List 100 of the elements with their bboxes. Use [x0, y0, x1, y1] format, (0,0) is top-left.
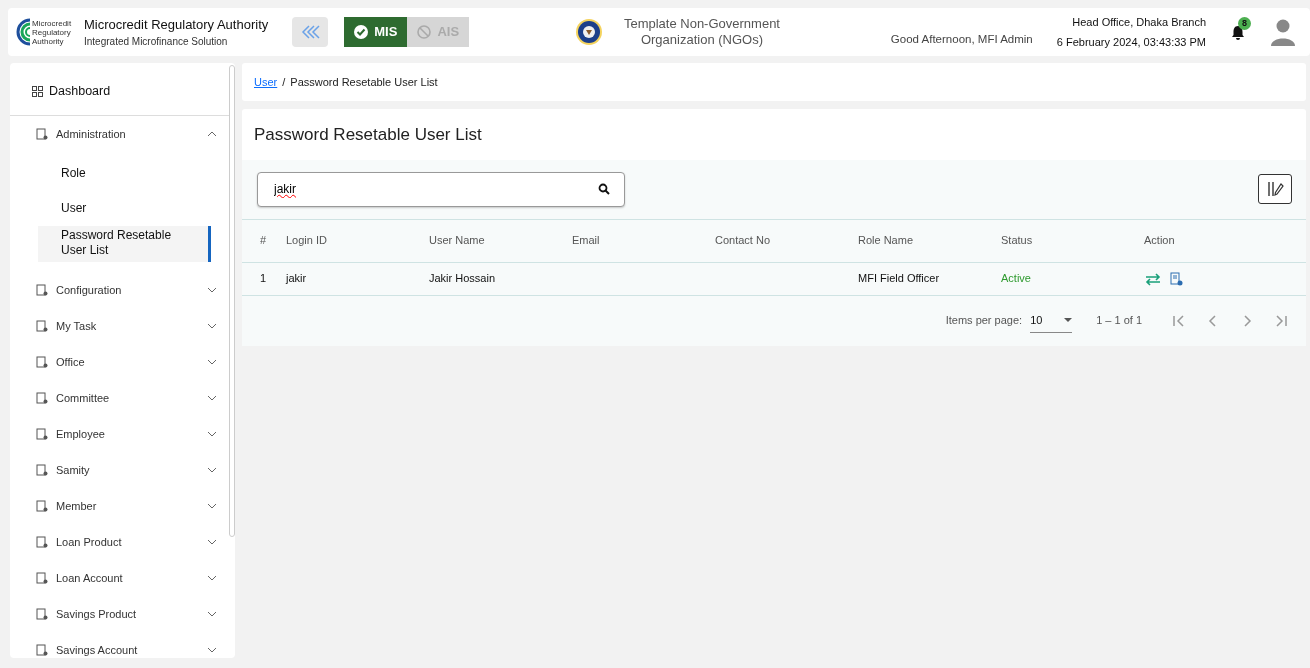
breadcrumb-text: Password Resetable User List	[290, 74, 438, 90]
app-subtitle: Integrated Microfinance Solution	[84, 35, 229, 50]
grid-icon	[32, 86, 43, 97]
columns-edit-icon	[1266, 180, 1284, 198]
logo-text: Microcredit Regulatory Authority	[32, 18, 73, 46]
sidebar-group[interactable]: Member	[10, 488, 235, 524]
sidebar-group[interactable]: Committee	[10, 380, 235, 416]
sidebar-group[interactable]: Employee	[10, 416, 235, 452]
document-icon	[36, 128, 48, 140]
sidebar-group[interactable]: Loan Product	[10, 524, 235, 560]
column-header: Action	[1144, 219, 1306, 262]
document-icon	[36, 284, 48, 296]
sidebar-item[interactable]: Dashboard	[10, 68, 229, 116]
bell-icon[interactable]	[1230, 24, 1246, 41]
sidebar-group-label: Employee	[56, 426, 105, 442]
page-range: 1 – 1 of 1	[1096, 313, 1142, 329]
sidebar-group-label: Savings Account	[56, 642, 138, 658]
sidebar-group-label: Administration	[56, 126, 126, 142]
page-size-select[interactable]: 10	[1030, 307, 1073, 334]
chevron-down-icon[interactable]	[207, 503, 217, 509]
document-icon	[36, 500, 48, 512]
chevron-down-icon[interactable]	[207, 611, 217, 617]
column-header: #	[242, 219, 286, 262]
chevron-down-icon[interactable]	[207, 287, 217, 293]
greeting-text: Good Afternoon, MFI Admin	[890, 31, 1033, 47]
table-cell: MFI Field Officer	[858, 272, 940, 285]
app-title: Microcredit Regulatory Authority	[84, 15, 269, 34]
document-icon	[36, 536, 48, 548]
column-header: Email	[572, 219, 715, 262]
sidebar-group[interactable]: Administration	[10, 116, 235, 152]
prohibited-icon	[417, 25, 432, 39]
document-icon	[36, 356, 48, 368]
last-page-icon[interactable]	[1274, 314, 1288, 329]
document-icon	[36, 428, 48, 440]
document-icon	[36, 572, 48, 584]
module-tab[interactable]: MIS	[344, 17, 408, 47]
table-cell: 1	[260, 272, 267, 285]
chevron-down-icon[interactable]	[207, 647, 217, 653]
sidebar-group[interactable]: Samity	[10, 452, 235, 488]
column-header: User Name	[429, 219, 572, 262]
seal-icon	[575, 18, 604, 46]
sidebar-group[interactable]: Configuration	[10, 272, 235, 308]
sidebar-group-label: Samity	[56, 462, 90, 478]
search-icon[interactable]	[598, 183, 610, 195]
table-cell: jakir	[286, 272, 307, 285]
table-cell: Jakir Hossain	[429, 272, 496, 285]
caret-down-icon	[1064, 318, 1073, 322]
document-icon	[36, 644, 48, 656]
sidebar-group[interactable]: Savings Account	[10, 632, 235, 658]
sidebar-group-label: Loan Account	[56, 570, 123, 586]
document-icon	[36, 608, 48, 620]
sidebar-group-label: Configuration	[56, 282, 122, 298]
notification-badge: 8	[1238, 17, 1251, 30]
organization-name: Template Non-Government Organization (NGOs)	[622, 16, 781, 48]
breadcrumb-link[interactable]: User	[254, 73, 278, 91]
document-view-icon[interactable]	[1170, 271, 1183, 286]
avatar-icon[interactable]	[1270, 18, 1296, 46]
column-header: Contact No	[715, 219, 858, 262]
sidebar-group-label: Office	[56, 354, 85, 370]
branch-name: Head Office, Dhaka Branch	[1071, 15, 1206, 30]
document-icon	[36, 320, 48, 332]
column-settings-button[interactable]	[1258, 174, 1292, 204]
chevron-down-icon[interactable]	[207, 395, 217, 401]
sidebar-item-label: Dashboard	[49, 83, 111, 101]
sidebar-group[interactable]: Savings Product	[10, 596, 235, 632]
chevron-up-icon[interactable]	[207, 131, 217, 137]
chevron-down-icon[interactable]	[207, 539, 217, 545]
chevron-down-icon[interactable]	[207, 323, 217, 329]
double-chevron-left-icon	[300, 24, 321, 40]
sidebar-group[interactable]: Office	[10, 344, 235, 380]
first-page-icon[interactable]	[1172, 314, 1186, 329]
sidebar-group-label: Member	[56, 498, 97, 514]
sidebar-group[interactable]: Loan Account	[10, 560, 235, 596]
sidebar-group-label: Savings Product	[56, 606, 137, 622]
sidebar-group-label: My Task	[56, 318, 97, 334]
chevron-down-icon[interactable]	[207, 467, 217, 473]
column-header: Status	[1001, 219, 1144, 262]
check-circle-icon	[354, 25, 369, 39]
scrollbar[interactable]	[229, 65, 235, 537]
swap-arrows-icon[interactable]	[1144, 271, 1162, 286]
chevron-down-icon[interactable]	[207, 359, 217, 365]
sidebar-subitem[interactable]: Role	[38, 156, 211, 191]
breadcrumb-text: /	[282, 74, 286, 90]
sidebar-group-label: Loan Product	[56, 534, 122, 550]
document-icon	[36, 464, 48, 476]
sidebar-group-label: Committee	[56, 390, 110, 406]
collapse-sidebar-button[interactable]	[292, 17, 329, 47]
page-title: Password Resetable User List	[253, 124, 483, 146]
sidebar-subitem[interactable]: User	[38, 191, 211, 226]
chevron-down-icon[interactable]	[207, 431, 217, 437]
chevron-down-icon[interactable]	[207, 575, 217, 581]
document-icon	[36, 392, 48, 404]
column-header: Role Name	[858, 219, 1001, 262]
column-header: Login ID	[286, 219, 429, 262]
search-field[interactable]: jakir	[257, 171, 625, 207]
status-text: Active	[1001, 272, 1031, 285]
sidebar-subitem[interactable]: Password Resetable User List	[38, 226, 211, 262]
items-per-page-label: Items per page:	[945, 313, 1023, 329]
date-time: 6 February 2024, 03:43:33 PM	[1056, 35, 1206, 50]
sidebar-group[interactable]: My Task	[10, 308, 235, 344]
